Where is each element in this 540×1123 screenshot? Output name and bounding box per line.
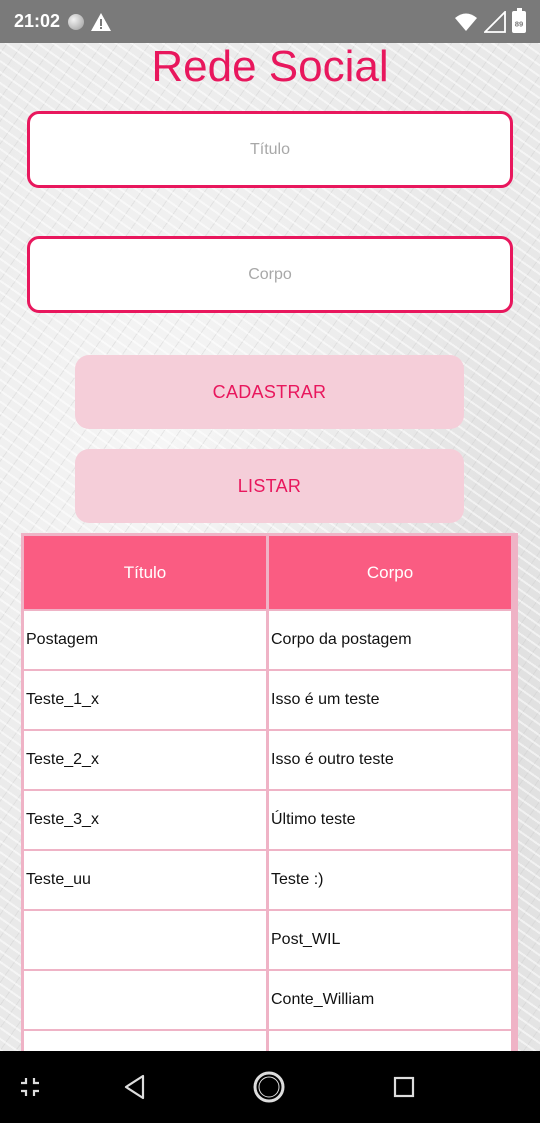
corpo-input[interactable] — [30, 265, 510, 284]
cell-corpo: Post_WIL — [269, 911, 511, 969]
warning-icon — [91, 12, 112, 31]
recents-icon[interactable] — [386, 1069, 422, 1105]
cadastrar-button[interactable]: CADASTRAR — [75, 355, 464, 429]
wifi-icon — [455, 13, 477, 31]
table-row: Post_WIL — [24, 911, 511, 969]
cell-corpo: Último teste — [269, 791, 511, 849]
table-row: Teste_uu Teste :) — [24, 851, 511, 909]
cell-titulo — [24, 971, 266, 1029]
posts-table: Título Corpo Postagem Corpo da postagem … — [21, 533, 518, 1051]
cell-corpo: Conte_William — [269, 971, 511, 1029]
cell-titulo: Teste_1_x — [24, 671, 266, 729]
table-row: Postagem Corpo da postagem — [24, 611, 511, 669]
cell-titulo: Postagem — [24, 611, 266, 669]
page-title: Rede Social — [151, 42, 389, 91]
table-row: Conte_William — [24, 971, 511, 1029]
cell-titulo: Teste_3_x — [24, 791, 266, 849]
status-icons: 89 — [454, 7, 526, 33]
table-row: Teste_1_x Isso é um teste — [24, 671, 511, 729]
battery-level: 89 — [514, 19, 524, 28]
cell-titulo — [24, 911, 266, 969]
back-icon[interactable] — [117, 1069, 153, 1105]
header-corpo: Corpo — [269, 536, 511, 609]
cell-titulo: Teste_2_x — [24, 731, 266, 789]
table-header-row: Título Corpo — [24, 536, 511, 609]
cell-corpo: Isso é um teste — [269, 671, 511, 729]
cell-titulo: Teste_uu — [24, 851, 266, 909]
header-titulo: Título — [24, 536, 266, 609]
cell-corpo: Corpo da postagem — [269, 611, 511, 669]
titulo-input[interactable] — [30, 140, 510, 159]
table-row: Teste_2_x Isso é outro teste — [24, 731, 511, 789]
cell-corpo — [269, 1031, 511, 1051]
navigation-bar — [0, 1051, 540, 1123]
table-row: Teste_3_x Último teste — [24, 791, 511, 849]
signal-icon — [484, 10, 506, 33]
home-icon[interactable] — [251, 1069, 287, 1105]
corpo-field[interactable] — [27, 236, 513, 313]
collapse-icon[interactable] — [12, 1069, 48, 1105]
status-time: 21:02 — [14, 11, 61, 31]
listar-button[interactable]: LISTAR — [75, 449, 464, 523]
titulo-field[interactable] — [27, 111, 513, 188]
circle-icon — [68, 13, 85, 30]
status-bar: 21:02 89 — [0, 0, 540, 43]
cell-corpo: Isso é outro teste — [269, 731, 511, 789]
cell-corpo: Teste :) — [269, 851, 511, 909]
table-row — [24, 1031, 511, 1051]
cell-titulo — [24, 1031, 266, 1051]
battery-icon: 89 — [512, 7, 526, 33]
